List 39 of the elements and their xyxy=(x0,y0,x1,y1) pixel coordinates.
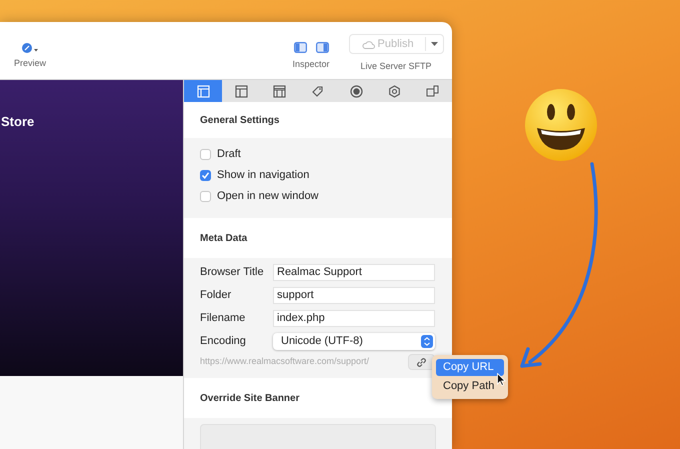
preview-label: Preview xyxy=(14,57,46,70)
field-label: Encoding xyxy=(200,334,247,349)
server-label: Live Server SFTP xyxy=(360,60,432,73)
checkbox[interactable] xyxy=(200,170,211,180)
field-label: Browser Title xyxy=(200,264,265,280)
field-label: Filename xyxy=(200,310,246,326)
section-title: General Settings xyxy=(200,114,280,128)
menu-item[interactable]: Copy URL xyxy=(436,359,504,376)
text-field[interactable]: index.php xyxy=(273,310,435,326)
section-title: Override Site Banner xyxy=(200,392,300,406)
text-field[interactable]: Realmac Support xyxy=(273,264,435,280)
cursor-icon xyxy=(497,373,506,386)
inspector-tab[interactable] xyxy=(184,80,222,102)
cloud-icon xyxy=(362,40,374,48)
preview-heading: Store xyxy=(1,113,36,131)
link-icon xyxy=(416,356,427,368)
sidebar-right-icon[interactable] xyxy=(316,42,328,53)
target-icon xyxy=(350,84,363,98)
checkbox-label: Open in new window xyxy=(217,188,319,204)
inspector-label: Inspector xyxy=(292,58,330,71)
checkbox-label: Draft xyxy=(217,146,241,162)
devices-icon xyxy=(426,84,440,98)
layout-icon xyxy=(234,84,248,98)
smiley-icon xyxy=(524,88,598,162)
header-layout-icon xyxy=(273,84,286,98)
tag-icon xyxy=(311,84,324,98)
checkbox[interactable] xyxy=(200,148,211,160)
checkbox[interactable] xyxy=(200,190,211,202)
checkbox-label: Show in navigation xyxy=(217,168,310,183)
text-field[interactable]: support xyxy=(273,286,435,304)
page-layout-icon xyxy=(196,84,210,98)
page-url: https://www.realmacsoftware.com/support/ xyxy=(200,355,370,368)
field-label: Folder xyxy=(200,288,232,303)
encoding-select[interactable]: Unicode (UTF-8) xyxy=(273,332,435,350)
settings-icon xyxy=(388,84,402,98)
stepper-icon xyxy=(421,334,433,348)
section-title: Meta Data xyxy=(200,232,248,246)
sidebar-left-icon[interactable] xyxy=(294,42,306,53)
link-button[interactable] xyxy=(408,354,435,370)
